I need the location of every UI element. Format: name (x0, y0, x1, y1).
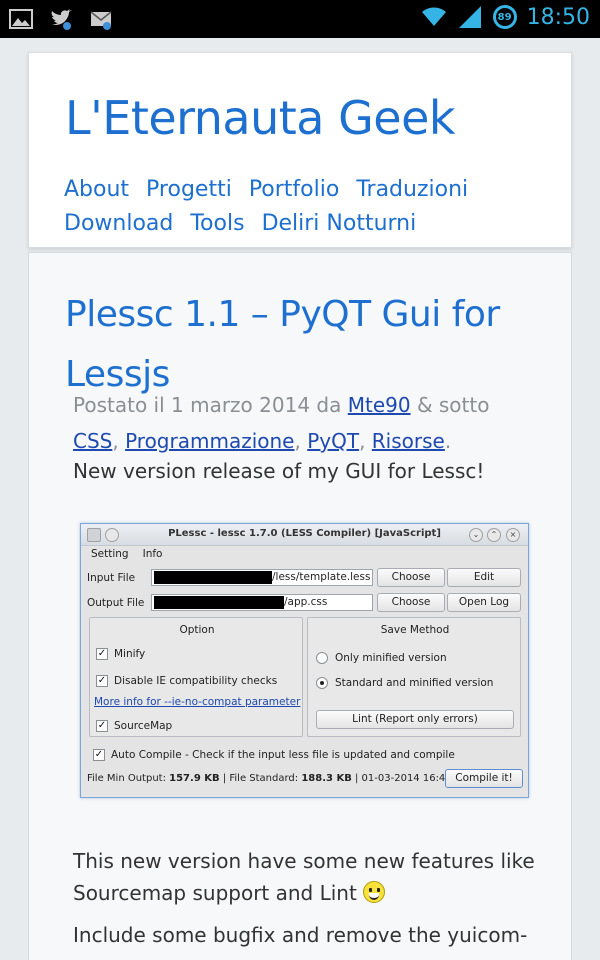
open-log-button: Open Log (447, 593, 521, 612)
app-titlebar: PLessc - lessc 1.7.0 (LESS Compiler) [Ja… (81, 524, 528, 546)
category-link-css[interactable]: CSS (73, 429, 112, 453)
auto-compile-checkbox: ✓ (93, 749, 105, 761)
app-status-line: File Min Output: 157.9 KB | File Standar… (87, 773, 452, 784)
app-menubar: Setting Info (91, 548, 162, 560)
post-paragraph-text: This new version have some new features … (73, 849, 535, 905)
battery-icon: 89 (492, 5, 517, 29)
category-link-programmazione[interactable]: Programmazione (125, 429, 294, 453)
more-info-link: More info for --ie-no-compat parameter (94, 696, 301, 708)
menu-item-deliri-notturni[interactable]: Deliri Notturni (262, 211, 417, 236)
option-group: Option ✓ Minify ✓ Disable IE compatibili… (89, 617, 303, 737)
author-link[interactable]: Mte90 (348, 393, 411, 417)
save-method-group: Save Method Only minified version Standa… (307, 617, 521, 737)
close-icon: × (506, 528, 520, 542)
input-file-label: Input File (87, 572, 136, 584)
only-minified-label: Only minified version (335, 652, 447, 664)
redacted-path (154, 570, 272, 584)
post-paragraph: This new version have some new features … (73, 845, 543, 909)
input-file-field: /less/template.less (151, 569, 373, 586)
disable-ie-checkbox: ✓ (96, 675, 108, 687)
wifi-icon (421, 7, 446, 26)
std-size: 188.3 KB (301, 773, 352, 784)
menu-item-download[interactable]: Download (64, 211, 173, 236)
meta-mid: & sotto (416, 393, 490, 417)
redacted-path (154, 595, 284, 609)
min-size: 157.9 KB (169, 773, 220, 784)
category-link-risorse[interactable]: Risorse (372, 429, 445, 453)
input-choose-button: Choose (377, 568, 445, 587)
sourcemap-checkbox: ✓ (96, 720, 108, 732)
twitter-icon (51, 9, 72, 30)
standard-minified-label: Standard and minified version (335, 677, 494, 689)
save-method-title: Save Method (380, 624, 450, 636)
option-title: Option (179, 624, 215, 636)
app-menu-info: Info (142, 548, 163, 560)
menu-item-progetti[interactable]: Progetti (146, 177, 232, 202)
status-bar: 89 18:50 (0, 0, 600, 38)
category-link-pyqt[interactable]: PyQT (307, 429, 359, 453)
disable-ie-label: Disable IE compatibility checks (114, 675, 278, 687)
main-menu: About Progetti Portfolio Traduzioni Down… (64, 173, 544, 241)
sourcemap-label: SourceMap (114, 720, 173, 732)
lint-button: Lint (Report only errors) (316, 710, 514, 729)
output-file-field: /app.css (151, 594, 373, 611)
gallery-icon (9, 9, 33, 29)
minify-label: Minify (114, 648, 146, 660)
only-minified-radio (316, 652, 328, 664)
mail-icon (90, 11, 112, 30)
menu-item-portfolio[interactable]: Portfolio (249, 177, 340, 202)
meta-prefix: Postato il 1 marzo 2014 da (73, 393, 342, 417)
post-meta: Postato il 1 marzo 2014 da Mte90 & sotto… (73, 393, 490, 453)
menu-item-about[interactable]: About (64, 177, 129, 202)
standard-minified-radio (316, 677, 328, 689)
clock: 18:50 (526, 4, 590, 30)
minimize-icon: ⌄ (469, 528, 483, 542)
post-intro: New version release of my GUI for Lessc! (73, 459, 485, 483)
signal-icon (458, 6, 481, 28)
edit-button: Edit (447, 568, 521, 587)
app-window-title: PLessc - lessc 1.7.0 (LESS Compiler) [Ja… (168, 528, 441, 539)
app-menu-setting: Setting (91, 548, 129, 560)
menu-item-traduzioni[interactable]: Traduzioni (356, 177, 468, 202)
site-header: L'Eternauta Geek About Progetti Portfoli… (28, 52, 572, 248)
post-paragraph-2: Include some bugfix and remove the yuico… (73, 923, 528, 947)
site-title[interactable]: L'Eternauta Geek (65, 91, 456, 145)
auto-compile-label: Auto Compile - Check if the input less f… (111, 749, 455, 761)
compile-button: Compile it! (445, 769, 523, 788)
output-choose-button: Choose (377, 593, 445, 612)
maximize-icon: ⌃ (487, 528, 501, 542)
output-file-label: Output File (87, 597, 145, 609)
minify-checkbox: ✓ (96, 648, 108, 660)
smiley-icon (363, 881, 386, 903)
menu-item-tools[interactable]: Tools (190, 211, 244, 236)
app-screenshot: PLessc - lessc 1.7.0 (LESS Compiler) [Ja… (80, 523, 529, 798)
